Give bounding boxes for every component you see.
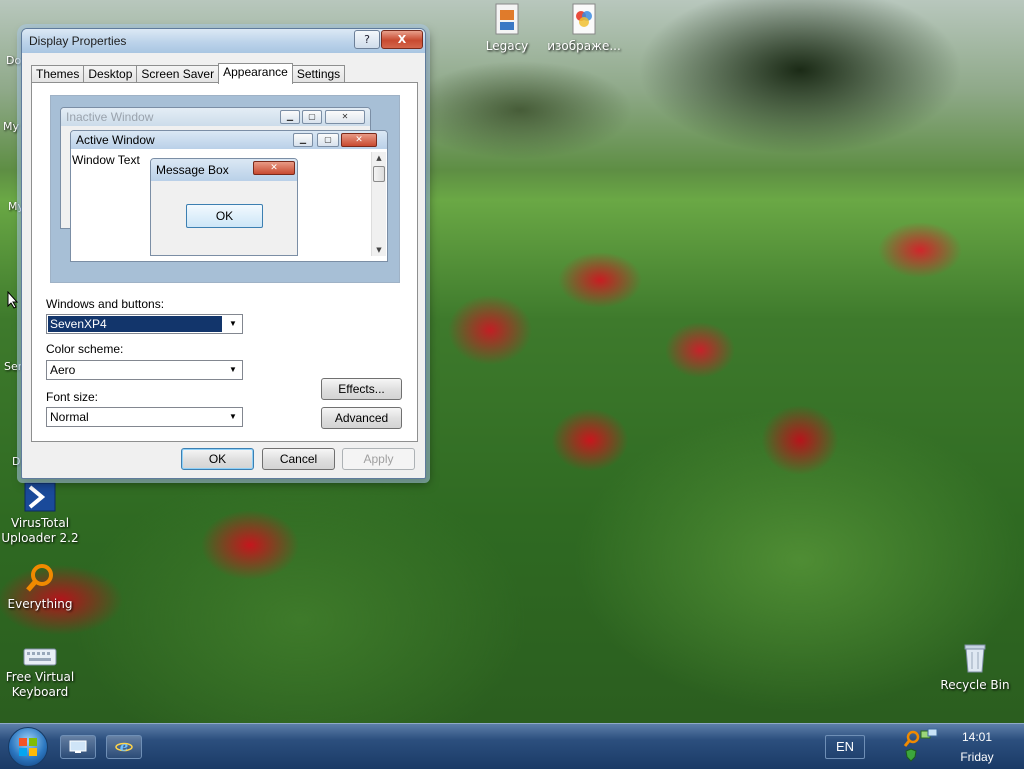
cancel-button[interactable]: Cancel — [262, 448, 335, 470]
maximize-icon: ▢ — [302, 110, 322, 124]
scroll-down-icon: ▼ — [376, 246, 382, 254]
appearance-preview[interactable]: Inactive Window ▁ ▢ ✕ Active Window ▁ ▢ … — [50, 95, 400, 283]
desktop-icon-keyboard[interactable]: Free Virtual Keyboard — [0, 648, 80, 700]
maximize-icon: ▢ — [317, 133, 339, 147]
desktop-icon-legacy[interactable]: Legacy — [467, 3, 547, 54]
tray-search-icon[interactable] — [903, 730, 921, 748]
tab-desktop[interactable]: Desktop — [83, 65, 138, 83]
desktop-icon-label: Free Virtual Keyboard — [5, 670, 75, 699]
help-button[interactable]: ? — [354, 30, 380, 49]
preview-inactive-title: Inactive Window — [66, 110, 154, 124]
desktop-icon-label: изображе... — [547, 39, 621, 53]
tab-settings[interactable]: Settings — [291, 65, 346, 83]
tab-appearance[interactable]: Appearance — [218, 63, 293, 84]
select-value: Normal — [50, 410, 89, 424]
scroll-up-icon: ▲ — [376, 154, 382, 162]
internet-explorer-icon: e — [115, 740, 133, 755]
font-size-label: Font size: — [46, 390, 99, 404]
desktop-icon-partial[interactable]: Do — [6, 54, 21, 67]
color-scheme-select[interactable]: Aero ▼ — [46, 360, 243, 380]
tray-shield-icon[interactable] — [905, 748, 917, 762]
magnifier-icon — [26, 564, 53, 592]
svg-text:e: e — [120, 740, 128, 755]
minimize-icon: ▁ — [293, 133, 313, 147]
minimize-icon: ▁ — [280, 110, 300, 124]
preview-inactive-titlebar: Inactive Window ▁ ▢ ✕ — [61, 108, 370, 126]
system-clock[interactable]: 14:01 Friday — [955, 727, 999, 767]
monitor-icon — [69, 740, 87, 753]
select-value: Aero — [50, 363, 76, 377]
tray-network-icon[interactable] — [920, 728, 938, 742]
display-properties-dialog: Display Properties ? X Themes Desktop Sc… — [21, 28, 426, 479]
select-value: SevenXP4 — [48, 316, 222, 332]
color-scheme-label: Color scheme: — [46, 342, 124, 356]
windows-logo-icon — [19, 738, 37, 756]
desktop-icon-label: Recycle Bin — [940, 678, 1010, 692]
appearance-panel: Inactive Window ▁ ▢ ✕ Active Window ▁ ▢ … — [31, 82, 418, 442]
close-icon: ✕ — [253, 161, 295, 175]
desktop-icon-virustotal[interactable]: VirusTotal Uploader 2.2 — [0, 482, 80, 546]
scroll-thumb — [373, 166, 385, 182]
advanced-button[interactable]: Advanced — [321, 407, 402, 429]
preview-ok-button: OK — [186, 204, 263, 228]
preview-window-text: Window Text — [72, 153, 140, 167]
tab-screen-saver[interactable]: Screen Saver — [136, 65, 220, 83]
effects-button[interactable]: Effects... — [321, 378, 402, 400]
dialog-titlebar[interactable]: Display Properties ? X — [22, 29, 425, 53]
mouse-pointer-icon — [7, 291, 19, 309]
desktop-icon-recycle-bin[interactable]: Recycle Bin — [935, 642, 1015, 693]
chevron-down-icon: ▼ — [229, 412, 237, 421]
image-file-icon — [572, 3, 596, 35]
desktop-icon-everything[interactable]: Everything — [0, 563, 80, 612]
keyboard-icon — [23, 648, 57, 666]
close-icon: ✕ — [325, 110, 365, 124]
close-button[interactable]: X — [381, 30, 423, 49]
font-size-select[interactable]: Normal ▼ — [46, 407, 243, 427]
desktop-icon-partial[interactable]: Ser — [4, 360, 22, 373]
internet-explorer-button[interactable]: e — [106, 735, 142, 759]
preview-active-title: Active Window — [76, 133, 155, 147]
application-icon — [495, 3, 519, 35]
taskbar: e EN 14:01 Friday — [0, 723, 1024, 769]
desktop-icon-label: VirusTotal Uploader 2.2 — [1, 516, 79, 545]
close-icon: ✕ — [341, 133, 377, 147]
desktop-icon-partial[interactable]: D — [12, 455, 20, 468]
preview-message-title: Message Box — [156, 163, 229, 177]
tab-themes[interactable]: Themes — [31, 65, 85, 83]
chevron-down-icon: ▼ — [229, 319, 237, 328]
clock-time: 14:01 — [961, 730, 993, 744]
windows-buttons-label: Windows and buttons: — [46, 297, 165, 311]
chevron-down-icon: ▼ — [229, 365, 237, 374]
tab-strip: Themes Desktop Screen Saver Appearance S… — [31, 63, 346, 84]
desktop-icon-label: Everything — [7, 597, 73, 611]
dialog-title: Display Properties — [29, 34, 127, 48]
show-desktop-button[interactable] — [60, 735, 96, 759]
preview-active-titlebar: Active Window ▁ ▢ ✕ — [71, 131, 387, 149]
preview-scrollbar: ▲ ▼ — [371, 152, 386, 256]
windows-buttons-select[interactable]: SevenXP4 ▼ — [46, 314, 243, 334]
language-indicator[interactable]: EN — [825, 735, 865, 759]
apply-button[interactable]: Apply — [342, 448, 415, 470]
start-button[interactable] — [8, 727, 48, 767]
preview-message-box: Message Box ✕ OK — [150, 158, 298, 256]
ok-button[interactable]: OK — [181, 448, 254, 470]
preview-message-titlebar: Message Box ✕ — [151, 159, 297, 181]
clock-day: Friday — [960, 750, 994, 764]
desktop-icon-label: Legacy — [485, 39, 529, 53]
desktop-icon-image[interactable]: изображе... — [544, 3, 624, 54]
virustotal-icon — [24, 482, 56, 512]
recycle-bin-icon — [964, 644, 986, 673]
